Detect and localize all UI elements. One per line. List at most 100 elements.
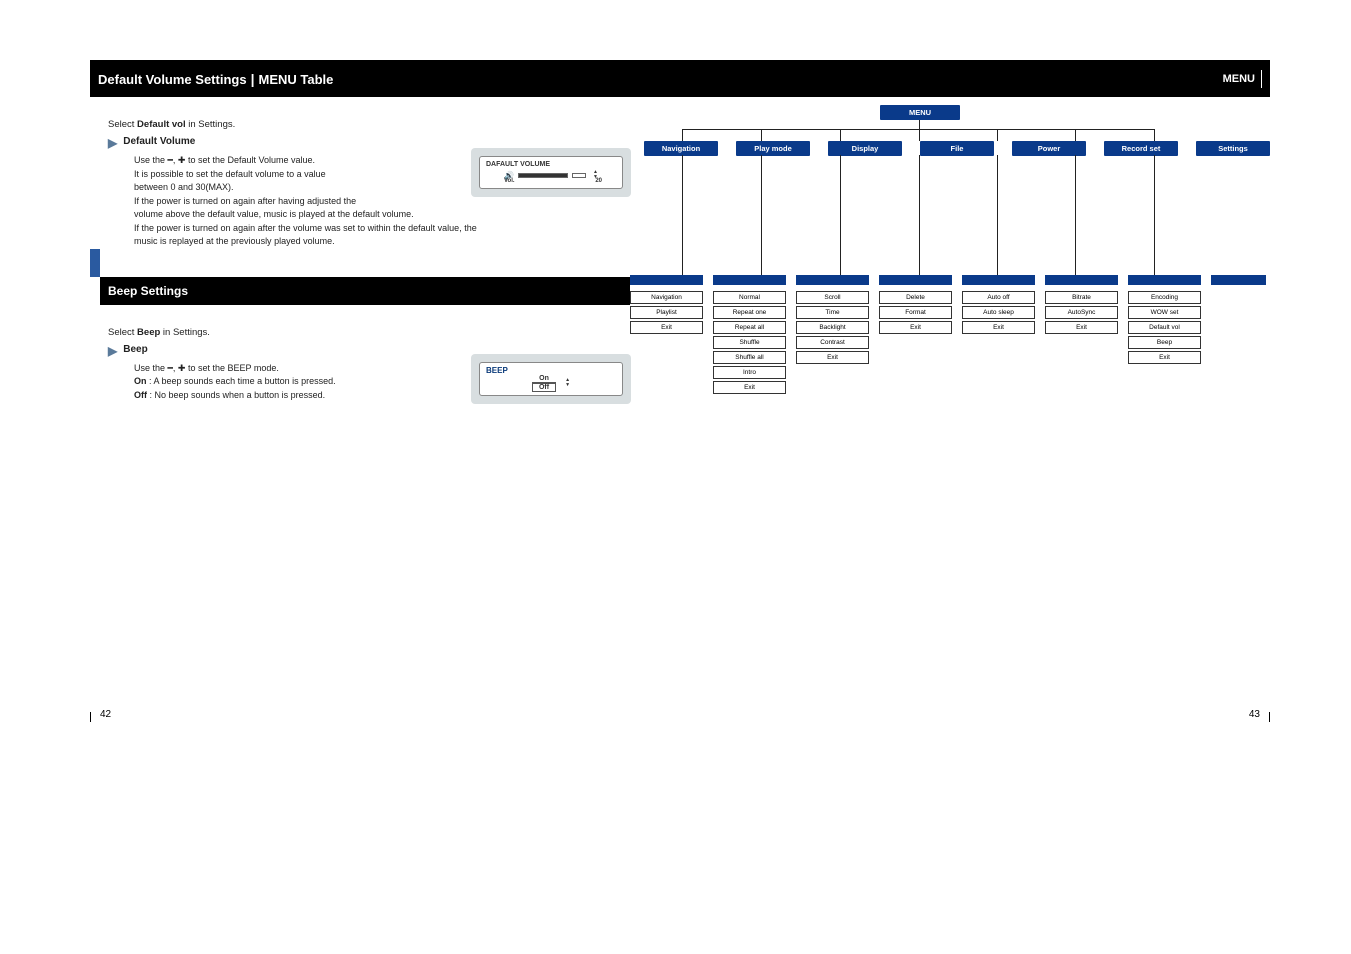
lcd-beep-on: On	[532, 375, 556, 383]
instr-prefix: Select	[108, 119, 137, 130]
instr2-prefix: Select	[108, 327, 137, 338]
page-number-left: 42	[100, 709, 111, 720]
tree-connector-h	[682, 129, 1154, 130]
seg	[1128, 275, 1201, 285]
right-arrow-icon: ▶	[108, 136, 117, 150]
l1-node: Navigation	[644, 141, 718, 156]
tree-v	[1075, 129, 1076, 141]
tree-v2	[682, 155, 683, 275]
page-header: Default Volume Settings | MENU Table	[90, 61, 630, 97]
right-page: MENU MENU Navigation Play mode Display	[630, 60, 1270, 720]
tree-col: Normal Repeat one Repeat all Shuffle Shu…	[713, 291, 786, 394]
beep-header-title: Beep Settings	[108, 284, 188, 298]
tree-v2	[997, 155, 998, 275]
header-sep-right	[1261, 70, 1262, 88]
instruction-line-1: Select Default vol in Settings.	[108, 119, 630, 130]
header-right-label: MENU	[1223, 73, 1255, 85]
l1-node: File	[920, 141, 994, 156]
tree-v2	[840, 155, 841, 275]
leaf: Bitrate	[1045, 291, 1118, 304]
leaf: WOW set	[1128, 306, 1201, 319]
seg	[796, 275, 869, 285]
tree-v	[919, 129, 920, 141]
leaf: Contrast	[796, 336, 869, 349]
tree-v	[682, 129, 683, 141]
header-separator: |	[247, 71, 259, 87]
instr-suffix: in Settings.	[186, 119, 236, 130]
instr2-suffix: in Settings.	[160, 327, 210, 338]
instr-bold: Default vol	[137, 119, 186, 130]
header-title-2: MENU Table	[258, 72, 333, 87]
body-content-2: Select Beep in Settings. ▶ Beep Use the …	[90, 305, 630, 403]
header-title-1: Default Volume Settings	[98, 72, 247, 87]
lcd-vol-label: Vol.	[504, 178, 515, 184]
tree-level2: Navigation Playlist Exit Normal Repeat o…	[630, 291, 1270, 394]
instruction-line-2: Select Beep in Settings.	[108, 327, 630, 338]
tree-level1: Navigation Play mode Display File Power …	[644, 141, 1270, 156]
body-content: Select Default vol in Settings. ▶ Defaul…	[90, 97, 630, 249]
tree-v2	[1075, 155, 1076, 275]
leaf: Scroll	[796, 291, 869, 304]
tree-col: Delete Format Exit	[879, 291, 952, 394]
crop-tick-right	[1269, 712, 1270, 722]
leaf: Intro	[713, 366, 786, 379]
leaf: Exit	[630, 321, 703, 334]
leaf: Time	[796, 306, 869, 319]
seg	[1211, 275, 1266, 285]
leaf: Exit	[796, 351, 869, 364]
leaf: Playlist	[630, 306, 703, 319]
leaf: AutoSync	[1045, 306, 1118, 319]
seg	[1045, 275, 1118, 285]
leaf: Exit	[879, 321, 952, 334]
l1-node: Record set	[1104, 141, 1178, 156]
leaf: Auto off	[962, 291, 1035, 304]
leaf: Format	[879, 306, 952, 319]
leaf: Exit	[1045, 321, 1118, 334]
tree-col: Scroll Time Backlight Contrast Exit	[796, 291, 869, 394]
seg	[630, 275, 703, 285]
leaf: Backlight	[796, 321, 869, 334]
volume-bar	[518, 173, 568, 178]
arrow-label-1: Default Volume	[123, 136, 195, 147]
page-number-right: 43	[1249, 709, 1260, 720]
tree-v2	[1154, 155, 1155, 275]
l1-node: Display	[828, 141, 902, 156]
arrow-label-2: Beep	[123, 344, 147, 355]
leaf: Exit	[962, 321, 1035, 334]
crop-tick-left	[90, 712, 91, 722]
lcd-beep-off: Off	[532, 383, 556, 392]
leaf: Delete	[879, 291, 952, 304]
leaf: Navigation	[630, 291, 703, 304]
line-5: volume above the default value, music is…	[134, 208, 630, 222]
tree-v	[997, 129, 998, 141]
leaf: Shuffle	[713, 336, 786, 349]
tree-col: Encoding WOW set Default vol Beep Exit	[1128, 291, 1201, 394]
lcd-title-1: DAFAULT VOLUME	[486, 161, 616, 168]
l1-node: Power	[1012, 141, 1086, 156]
line-7: music is replayed at the previously play…	[134, 235, 630, 249]
leaf: Exit	[713, 381, 786, 394]
leaf: Encoding	[1128, 291, 1201, 304]
blue-stub	[90, 249, 100, 277]
lcd-default-volume: DAFAULT VOLUME 🔊 ▲▼ Vol. 20	[471, 148, 631, 197]
lcd-beep: BEEP On Off ▲▼	[471, 354, 631, 404]
leaf: Auto sleep	[962, 306, 1035, 319]
up-down-arrows-icon: ▲▼	[565, 378, 570, 388]
tree-col: Bitrate AutoSync Exit	[1045, 291, 1118, 394]
leaf: Exit	[1128, 351, 1201, 364]
tree-v2	[919, 155, 920, 275]
seg	[713, 275, 786, 285]
lcd-value: 20	[595, 178, 602, 184]
seg	[962, 275, 1035, 285]
tree-v	[840, 129, 841, 141]
beep-header-bar: Beep Settings	[90, 249, 630, 305]
leaf: Normal	[713, 291, 786, 304]
l1-node: Settings	[1196, 141, 1270, 156]
lcd-beep-title: BEEP	[486, 366, 616, 375]
leaf: Default vol	[1128, 321, 1201, 334]
seg	[879, 275, 952, 285]
line-6: If the power is turned on again after th…	[134, 222, 630, 236]
instr2-bold: Beep	[137, 327, 160, 338]
tree-col: Navigation Playlist Exit	[630, 291, 703, 394]
tree-v	[761, 129, 762, 141]
